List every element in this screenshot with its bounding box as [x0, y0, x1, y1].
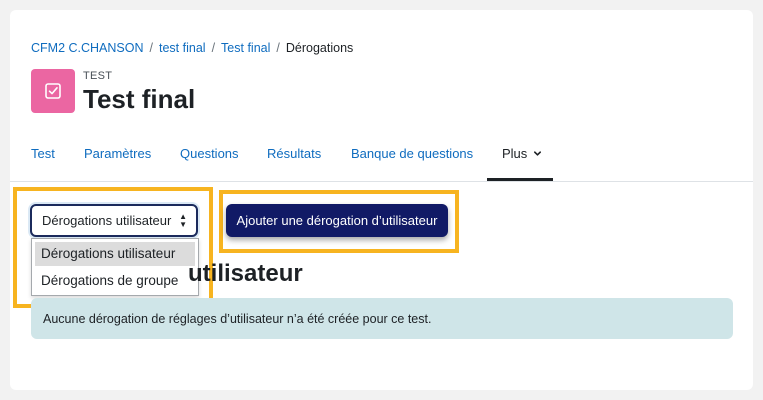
- tab-more-label: Plus: [502, 146, 528, 161]
- tab-parametres[interactable]: Paramètres: [84, 146, 151, 161]
- overrides-mode-select[interactable]: Dérogations utilisateur ▲ ▼: [30, 204, 198, 237]
- breadcrumb-current: Dérogations: [285, 41, 354, 55]
- module-type-label: TEST: [83, 70, 113, 82]
- option-group-overrides[interactable]: Dérogations de groupe: [35, 269, 195, 293]
- breadcrumb-section-link[interactable]: test final: [159, 41, 206, 55]
- secondary-navigation: Test Paramètres Questions Résultats Banq…: [10, 140, 753, 182]
- tab-banque-de-questions[interactable]: Banque de questions: [351, 146, 473, 161]
- breadcrumb-course-link[interactable]: CFM2 C.CHANSON: [31, 41, 144, 55]
- breadcrumb-separator: /: [149, 41, 153, 55]
- breadcrumb-quiz-link[interactable]: Test final: [221, 41, 270, 55]
- tab-test[interactable]: Test: [31, 146, 55, 161]
- select-caret-icon: ▲ ▼: [179, 212, 187, 229]
- main-card: CFM2 C.CHANSON / test final / Test final…: [10, 10, 753, 390]
- tab-resultats[interactable]: Résultats: [267, 146, 321, 161]
- breadcrumb-separator: /: [276, 41, 280, 55]
- empty-info-alert: Aucune dérogation de réglages d’utilisat…: [31, 298, 733, 339]
- tab-questions[interactable]: Questions: [180, 146, 239, 161]
- tab-more[interactable]: Plus: [502, 146, 542, 161]
- option-user-overrides[interactable]: Dérogations utilisateur: [35, 242, 195, 266]
- breadcrumb-separator: /: [211, 41, 216, 55]
- breadcrumb: CFM2 C.CHANSON / test final / Test final…: [31, 41, 353, 55]
- chevron-down-icon: [533, 146, 542, 161]
- overrides-mode-dropdown: Dérogations utilisateur Dérogations de g…: [31, 238, 199, 296]
- active-tab-indicator: [487, 178, 553, 181]
- select-value: Dérogations utilisateur: [42, 213, 172, 228]
- quiz-checkbox-icon: [31, 69, 75, 113]
- add-user-override-button[interactable]: Ajouter une dérogation d’utilisateur: [226, 204, 448, 237]
- page-title: Test final: [83, 84, 196, 114]
- empty-info-message: Aucune dérogation de réglages d’utilisat…: [43, 311, 432, 326]
- section-title: utilisateur: [188, 260, 303, 287]
